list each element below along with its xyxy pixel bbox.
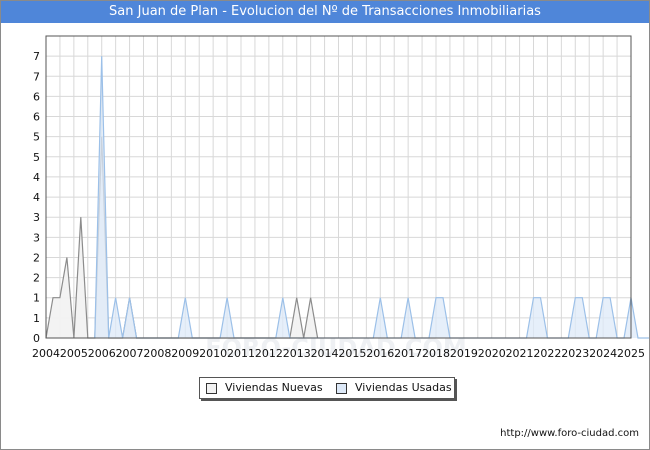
x-tick-label: 2022 — [533, 347, 561, 360]
x-tick-label: 2016 — [366, 347, 394, 360]
legend: Viviendas Nuevas Viviendas Usadas — [199, 377, 455, 399]
chart-frame: San Juan de Plan - Evolucion del Nº de T… — [0, 0, 650, 450]
y-tick-label: 6 — [33, 111, 40, 124]
x-tick-label: 2017 — [394, 347, 422, 360]
x-tick-label: 2020 — [478, 347, 506, 360]
x-tick-label: 2011 — [227, 347, 255, 360]
y-axis-labels: 0 1 1 2 2 3 3 4 4 5 5 6 6 7 7 — [33, 50, 40, 345]
x-tick-label: 2007 — [116, 347, 144, 360]
y-tick-label: 7 — [33, 70, 40, 83]
x-tick-label: 2006 — [88, 347, 116, 360]
x-tick-label: 2024 — [589, 347, 617, 360]
x-tick-label: 2010 — [199, 347, 227, 360]
x-tick-label: 2014 — [311, 347, 339, 360]
vertical-grid — [59, 36, 618, 338]
x-tick-label: 2015 — [338, 347, 366, 360]
y-tick-label: 3 — [33, 211, 40, 224]
y-tick-label: 7 — [33, 50, 40, 63]
x-axis-labels: 2004 2005 2006 2007 2008 2009 2010 2011 2012 2013… — [32, 347, 645, 360]
legend-item-nuevas: Viviendas Nuevas — [206, 381, 323, 395]
y-tick-label: 4 — [33, 171, 40, 184]
x-tick-label: 2009 — [171, 347, 199, 360]
legend-swatch-usadas — [336, 382, 347, 394]
legend-item-usadas: Viviendas Usadas — [336, 381, 452, 395]
y-tick-label: 1 — [33, 292, 40, 305]
y-tick-label: 3 — [33, 231, 40, 244]
x-tick-label: 2018 — [422, 347, 450, 360]
x-tick-label: 2025 — [617, 347, 645, 360]
y-tick-label: 1 — [33, 312, 40, 325]
x-tick-label: 2008 — [143, 347, 171, 360]
legend-label-nuevas: Viviendas Nuevas — [225, 381, 323, 394]
x-tick-label: 2019 — [450, 347, 478, 360]
y-tick-label: 2 — [33, 272, 40, 285]
y-tick-label: 6 — [33, 90, 40, 103]
legend-label-usadas: Viviendas Usadas — [355, 381, 452, 394]
source-link[interactable]: http://www.foro-ciudad.com — [500, 428, 639, 439]
x-tick-label: 2021 — [506, 347, 534, 360]
x-tick-label: 2005 — [60, 347, 88, 360]
x-tick-label: 2012 — [255, 347, 283, 360]
x-tick-label: 2023 — [561, 347, 589, 360]
x-tick-label: 2004 — [32, 347, 60, 360]
y-tick-label: 5 — [33, 131, 40, 144]
y-tick-label: 4 — [33, 191, 40, 204]
y-tick-label: 2 — [33, 251, 40, 264]
y-tick-label: 0 — [33, 332, 40, 345]
y-tick-label: 5 — [33, 151, 40, 164]
legend-swatch-nuevas — [206, 382, 217, 394]
x-tick-label: 2013 — [283, 347, 311, 360]
